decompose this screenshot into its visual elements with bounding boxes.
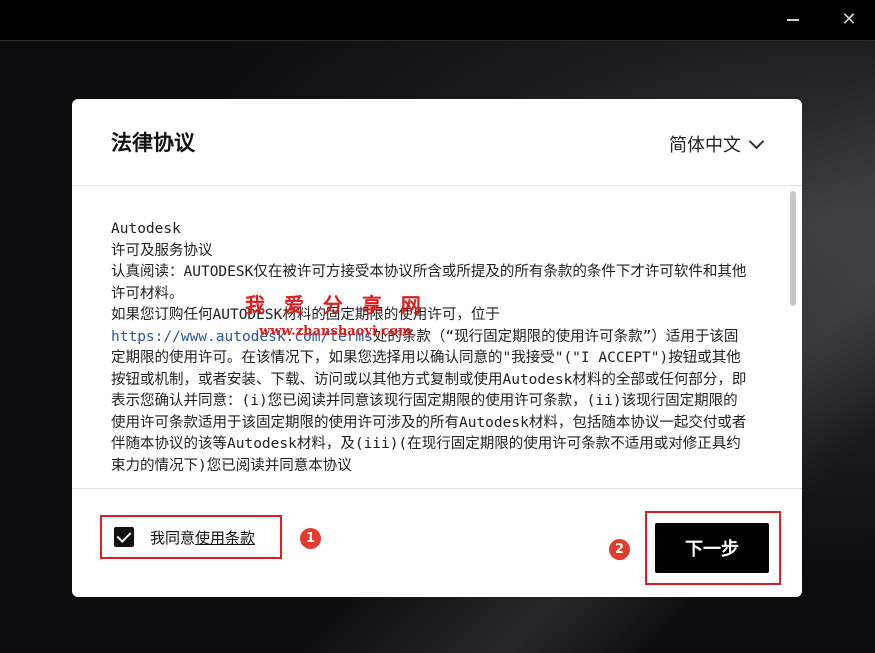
next-highlight: 下一步 bbox=[645, 511, 781, 585]
minimize-button[interactable] bbox=[781, 8, 805, 32]
language-label: 简体中文 bbox=[669, 135, 741, 156]
agree-prefix: 我同意 bbox=[150, 528, 196, 547]
legal-agreement-dialog: 法律协议 简体中文 Autodesk 许可及服务协议 认真阅读：AUTODESK… bbox=[72, 99, 802, 597]
agreement-text[interactable]: Autodesk 许可及服务协议 认真阅读：AUTODESK仅在被许可方接受本协… bbox=[111, 219, 751, 487]
chevron-down-icon bbox=[748, 133, 765, 150]
agreement-line: 认真阅读：AUTODESK仅在被许可方接受本协议所含或所提及的所有条款的条件下才… bbox=[111, 264, 747, 302]
agree-checkbox[interactable] bbox=[114, 527, 134, 547]
step-badge-1: 1 bbox=[300, 528, 321, 549]
agree-label[interactable]: 我同意使用条款 bbox=[150, 527, 255, 548]
close-button[interactable]: ✕ bbox=[837, 8, 861, 32]
agreement-paragraph: https://www.autodesk.com/terms处的条款（“现行固定… bbox=[111, 327, 751, 478]
divider bbox=[72, 185, 802, 186]
terms-of-use-link[interactable]: 使用条款 bbox=[195, 529, 255, 547]
agreement-line: 许可及服务协议 bbox=[111, 242, 213, 259]
step-badge-2: 2 bbox=[609, 539, 630, 560]
agree-highlight: 我同意使用条款 bbox=[100, 515, 282, 559]
dialog-title: 法律协议 bbox=[111, 131, 195, 155]
agreement-line: Autodesk bbox=[111, 221, 181, 237]
next-button[interactable]: 下一步 bbox=[655, 523, 769, 573]
agreement-body: 处的条款（“现行固定期限的使用许可条款”）适用于该固定期限的使用许可。在该情况下… bbox=[111, 328, 747, 474]
language-selector[interactable]: 简体中文 bbox=[669, 131, 765, 157]
agreement-line: 如果您订购任何AUTODESK材料的固定期限的使用许可，位于 bbox=[111, 307, 500, 323]
divider bbox=[72, 488, 802, 489]
title-bar: ✕ bbox=[0, 0, 875, 41]
terms-url-link[interactable]: https://www.autodesk.com/terms bbox=[111, 329, 373, 345]
scrollbar-thumb[interactable] bbox=[790, 191, 796, 306]
